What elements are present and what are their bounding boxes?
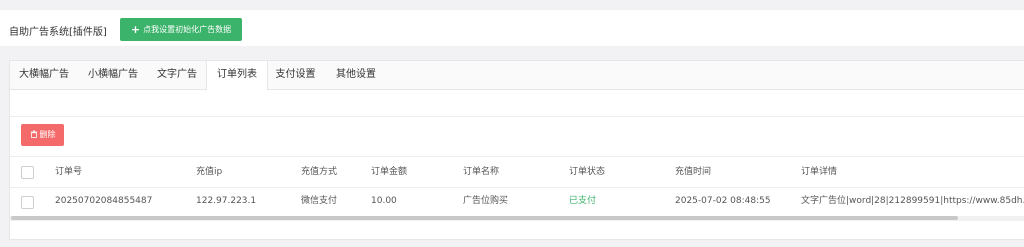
- col-order-no: 订单号: [55, 167, 83, 177]
- tab-small-banner-ads[interactable]: 小横幅广告: [78, 61, 148, 89]
- main-panel: 大横幅广告 小横幅广告 文字广告 订单列表 支付设置 其他设置 删除 订单号 充…: [9, 60, 1024, 240]
- horizontal-scrollbar[interactable]: [10, 216, 1024, 221]
- col-method: 充值方式: [301, 167, 338, 177]
- scrollbar-thumb[interactable]: [11, 216, 958, 220]
- tab-text-ads[interactable]: 文字广告: [148, 61, 206, 89]
- plus-icon: +: [130, 23, 141, 36]
- cell-name: 广告位购买: [463, 196, 509, 206]
- table-header: 订单号 充值ip 充值方式 订单金额 订单名称 订单状态 充值时间 订单详情: [10, 156, 1024, 188]
- app-title: 自助广告系统[插件版]: [9, 27, 107, 38]
- table-row: 20250702084855487 122.97.223.1 微信支付 10.0…: [10, 187, 1024, 216]
- cell-order-no: 20250702084855487: [55, 196, 153, 206]
- tab-payment-settings[interactable]: 支付设置: [267, 61, 324, 89]
- col-detail: 订单详情: [801, 167, 838, 177]
- cell-detail: 文字广告位|word|28|212899591|https://www.85dh…: [801, 196, 1024, 206]
- tab-other-settings[interactable]: 其他设置: [324, 61, 388, 89]
- top-strip: [0, 0, 1024, 10]
- cell-method: 微信支付: [301, 196, 338, 206]
- init-ad-data-button[interactable]: + 点我设置初始化广告数据: [120, 18, 242, 41]
- cell-time: 2025-07-02 08:48:55: [675, 196, 771, 206]
- tab-bar: 大横幅广告 小横幅广告 文字广告 订单列表 支付设置 其他设置: [10, 61, 1024, 90]
- tab-large-banner-ads[interactable]: 大横幅广告: [10, 61, 78, 89]
- delete-label: 删除: [39, 130, 56, 139]
- col-time: 充值时间: [675, 167, 712, 177]
- init-ad-data-label: 点我设置初始化广告数据: [143, 25, 232, 34]
- col-name: 订单名称: [463, 167, 500, 177]
- cell-ip: 122.97.223.1: [196, 196, 257, 206]
- toolbar-divider: [10, 116, 1024, 117]
- row-checkbox[interactable]: [21, 196, 34, 209]
- col-amount: 订单金额: [371, 167, 408, 177]
- col-ip: 充值ip: [196, 167, 223, 177]
- cell-status: 已支付: [569, 196, 597, 206]
- col-status: 订单状态: [569, 167, 606, 177]
- delete-button[interactable]: 删除: [21, 124, 64, 146]
- trash-icon: [30, 130, 37, 138]
- tab-order-list[interactable]: 订单列表: [206, 61, 268, 90]
- cell-amount: 10.00: [371, 196, 397, 206]
- select-all-checkbox[interactable]: [21, 166, 34, 179]
